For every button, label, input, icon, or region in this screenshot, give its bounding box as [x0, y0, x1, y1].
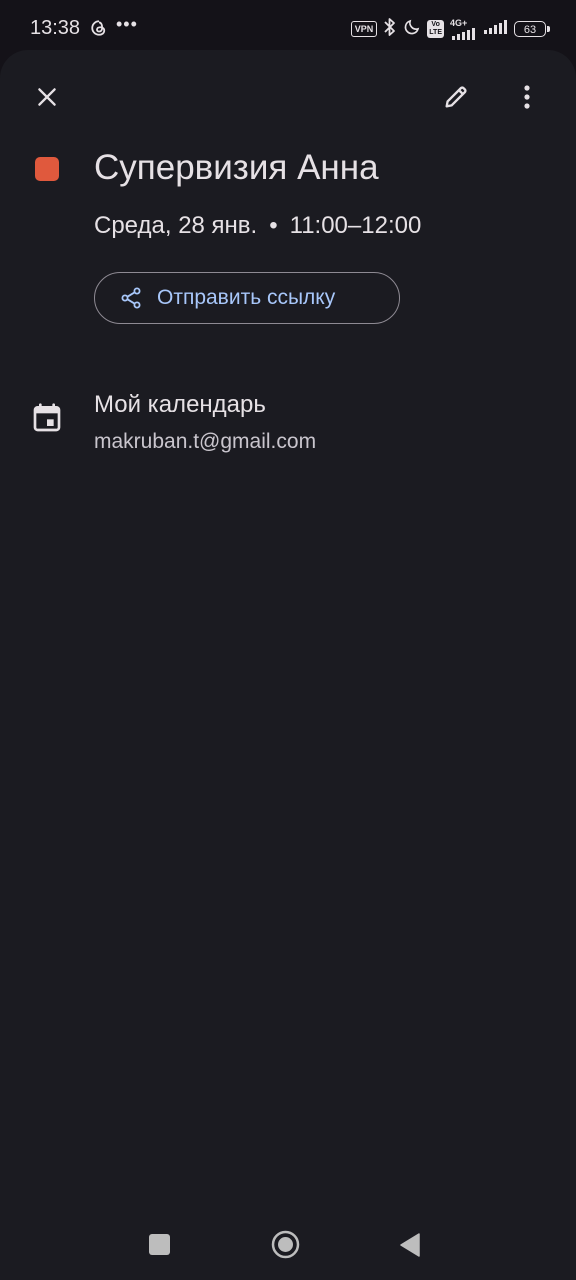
event-title: Супервизия Анна [94, 148, 379, 187]
edit-button[interactable] [432, 73, 480, 121]
calendar-account: makruban.t@gmail.com [94, 430, 317, 453]
date-time-separator: • [269, 212, 278, 239]
more-vert-icon [524, 85, 530, 109]
close-button[interactable] [23, 73, 71, 121]
recent-apps-icon[interactable] [149, 1234, 170, 1255]
back-icon[interactable] [399, 1233, 421, 1262]
home-icon[interactable] [271, 1230, 300, 1259]
share-link-button[interactable]: Отправить ссылку [94, 272, 400, 324]
vpn-icon: VPN [350, 21, 378, 37]
event-color-indicator [35, 157, 59, 181]
volte-icon: Vo LTE [427, 20, 444, 38]
calendar-event-icon [31, 402, 63, 439]
status-time: 13:38 [30, 17, 81, 39]
more-options-button[interactable] [503, 73, 551, 121]
navigation-bar [0, 1210, 576, 1280]
status-icons: VPN Vo LTE 4G+ 63 [350, 17, 550, 42]
status-bar: 13:38 ••• VPN Vo LTE 4G+ 63 [0, 0, 576, 56]
threads-icon [90, 19, 108, 42]
more-notifications-icon: ••• [116, 14, 138, 34]
screen: 13:38 ••• VPN Vo LTE 4G+ 63 Супервизия А… [0, 0, 576, 1280]
battery-icon: 63 [514, 21, 550, 37]
event-time-range: 11:00–12:00 [289, 212, 422, 239]
signal-icon: 4G+ [450, 18, 476, 40]
share-icon [121, 287, 141, 309]
bluetooth-icon [383, 17, 397, 42]
close-icon [38, 88, 56, 106]
event-date: Среда, 28 янв. [94, 212, 258, 239]
network-type-label: 4G+ [450, 18, 468, 28]
signal-icon-2 [482, 19, 508, 39]
do-not-disturb-icon [403, 18, 421, 41]
event-date-time: Среда, 28 янв. • 11:00–12:00 [94, 212, 421, 240]
edit-pencil-icon [445, 86, 467, 108]
share-link-label: Отправить ссылку [157, 286, 336, 309]
calendar-name: Мой календарь [94, 391, 266, 418]
